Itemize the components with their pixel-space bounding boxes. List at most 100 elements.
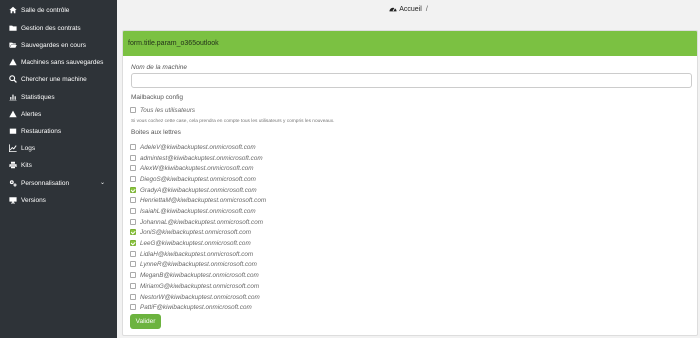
machine-name-input[interactable]: [131, 73, 692, 88]
sidebar-item-statistiques[interactable]: Statistiques: [0, 90, 117, 104]
warning-icon: [9, 110, 17, 118]
warning-icon: [9, 58, 17, 66]
mailbox-email: LidiaH@kiwibackuptest.onmicrosoft.com: [140, 250, 254, 258]
sidebar-item-alertes[interactable]: Alertes: [0, 107, 117, 121]
bar-chart-icon: [9, 93, 17, 101]
sidebar-item-label: Personnalisation: [21, 179, 70, 187]
sidebar-item-label: Machines sans sauvegardes: [21, 58, 104, 66]
mailbox-item[interactable]: admintest@kiwibackuptest.onmicrosoft.com: [130, 153, 263, 163]
sidebar-item-machines-sans-sauvegardes[interactable]: Machines sans sauvegardes: [0, 55, 117, 69]
mailbox-item[interactable]: LeeG@kiwibackuptest.onmicrosoft.com: [130, 238, 251, 248]
restore-icon: [9, 127, 17, 135]
mailbox-email: PattiF@kiwibackuptest.onmicrosoft.com: [140, 303, 252, 311]
sidebar-item-chercher-une-machine[interactable]: Chercher une machine: [0, 72, 117, 86]
mailbox-item[interactable]: AlexW@kiwibackuptest.onmicrosoft.com: [130, 163, 253, 173]
mailbox-checkbox[interactable]: [130, 272, 136, 278]
mailbox-item[interactable]: DiegoS@kiwibackuptest.onmicrosoft.com: [130, 174, 256, 184]
mailbox-item[interactable]: MiriamG@kiwibackuptest.onmicrosoft.com: [130, 281, 259, 291]
mailbox-item[interactable]: JohannaL@kiwibackuptest.onmicrosoft.com: [130, 217, 263, 227]
mailbox-email: DiegoS@kiwibackuptest.onmicrosoft.com: [140, 175, 256, 183]
mailbox-checkbox[interactable]: [130, 155, 136, 161]
card-header-title: form.title.param_o365outlook: [123, 31, 697, 56]
mailbox-checkbox[interactable]: [130, 197, 136, 203]
mailbox-email: AdeleV@kiwibackuptest.onmicrosoft.com: [140, 143, 256, 151]
sidebar-item-label: Restaurations: [21, 127, 62, 135]
all-users-checkbox-row[interactable]: Tous les utilisateurs: [130, 105, 195, 115]
mailbox-email: admintest@kiwibackuptest.onmicrosoft.com: [140, 154, 263, 162]
mailbox-checkbox[interactable]: [130, 251, 136, 257]
mailbox-checkbox[interactable]: [130, 176, 136, 182]
mailbox-item[interactable]: PattiF@kiwibackuptest.onmicrosoft.com: [130, 302, 252, 312]
mailboxes-label: Boites aux lettres: [131, 129, 181, 136]
mailbox-email: MeganB@kiwibackuptest.onmicrosoft.com: [140, 271, 259, 279]
all-users-label: Tous les utilisateurs: [140, 106, 196, 114]
sidebar-item-restaurations[interactable]: Restaurations: [0, 124, 117, 138]
mailbox-email: HenriettaM@kiwibackuptest.onmicrosoft.co…: [140, 196, 267, 204]
mailbox-item[interactable]: JoniS@kiwibackuptest.onmicrosoft.com: [130, 227, 251, 237]
sidebar-item-kits[interactable]: Kits: [0, 158, 117, 172]
mailbox-item[interactable]: HenriettaM@kiwibackuptest.onmicrosoft.co…: [130, 195, 266, 205]
chevron-down-icon[interactable]: ⌄: [100, 176, 105, 190]
sidebar-item-label: Statistiques: [21, 93, 55, 101]
mailbox-checkbox[interactable]: [130, 294, 136, 300]
mailbox-email: AlexW@kiwibackuptest.onmicrosoft.com: [140, 164, 254, 172]
mailbox-email: LynneR@kiwibackuptest.onmicrosoft.com: [140, 260, 257, 268]
sidebar-item-label: Chercher une machine: [21, 75, 87, 83]
mailbox-checkbox[interactable]: [130, 229, 136, 235]
mailbox-checkbox[interactable]: [130, 219, 136, 225]
line-chart-icon: [9, 144, 17, 152]
sidebar-item-versions[interactable]: Versions: [0, 193, 117, 207]
all-users-hint: Si vous cochez cette case, cela prendra …: [131, 119, 335, 124]
sidebar-item-label: Salle de contrôle: [21, 6, 70, 14]
breadcrumb-home-link[interactable]: Accueil: [399, 6, 422, 13]
home-icon: [9, 6, 17, 14]
sidebar-item-label: Sauvegardes en cours: [21, 41, 87, 49]
mailbox-checkbox[interactable]: [130, 144, 136, 150]
search-icon: [9, 75, 17, 83]
sidebar-item-label: Logs: [21, 144, 36, 152]
mailbox-item[interactable]: LidiaH@kiwibackuptest.onmicrosoft.com: [130, 249, 253, 259]
mailbox-item[interactable]: GradyA@kiwibackuptest.onmicrosoft.com: [130, 185, 257, 195]
mailbox-email: IsaiahL@kiwibackuptest.onmicrosoft.com: [140, 207, 256, 215]
mailbox-item[interactable]: LynneR@kiwibackuptest.onmicrosoft.com: [130, 259, 257, 269]
mailbox-email: JohannaL@kiwibackuptest.onmicrosoft.com: [140, 218, 263, 226]
mailbox-item[interactable]: NestorW@kiwibackuptest.onmicrosoft.com: [130, 292, 260, 302]
breadcrumb: Accueil /: [117, 0, 700, 18]
print-icon: [9, 161, 17, 169]
submit-button[interactable]: Valider: [130, 314, 161, 329]
mailbox-item[interactable]: MeganB@kiwibackuptest.onmicrosoft.com: [130, 270, 259, 280]
mailbackup-config-label: Mailbackup config: [131, 94, 184, 101]
mailbox-checkbox[interactable]: [130, 283, 136, 289]
mailbox-checkbox[interactable]: [130, 187, 136, 193]
machine-name-label: Nom de la machine: [131, 64, 187, 71]
sidebar-item-label: Alertes: [21, 110, 42, 118]
mailbox-item[interactable]: AdeleV@kiwibackuptest.onmicrosoft.com: [130, 142, 256, 152]
mailbox-email: GradyA@kiwibackuptest.onmicrosoft.com: [140, 186, 257, 194]
mailbox-item[interactable]: IsaiahL@kiwibackuptest.onmicrosoft.com: [130, 206, 256, 216]
all-users-checkbox[interactable]: [130, 107, 136, 113]
mailbox-checkbox[interactable]: [130, 240, 136, 246]
settings-form-card: form.title.param_o365outlook Nom de la m…: [122, 30, 698, 336]
sidebar-item-logs[interactable]: Logs: [0, 141, 117, 155]
sidebar-item-label: Kits: [21, 161, 32, 169]
mailbox-checkbox[interactable]: [130, 208, 136, 214]
sidebar-item-salle-de-controle[interactable]: Salle de contrôle: [0, 3, 117, 17]
mailbox-email: LeeG@kiwibackuptest.onmicrosoft.com: [140, 239, 251, 247]
sidebar-item-personnalisation[interactable]: Personnalisation ⌄: [0, 176, 117, 190]
folder-icon: [9, 24, 17, 32]
gears-icon: [9, 179, 17, 187]
sidebar-item-label: Versions: [21, 196, 46, 204]
mailbox-checkbox[interactable]: [130, 261, 136, 267]
mailbox-checkbox[interactable]: [130, 165, 136, 171]
desktop-icon: [9, 196, 17, 204]
mailbox-checkbox[interactable]: [130, 304, 136, 310]
sidebar: Salle de contrôle Gestion des contrats S…: [0, 0, 117, 338]
mailbox-email: MiriamG@kiwibackuptest.onmicrosoft.com: [140, 282, 260, 290]
sidebar-item-label: Gestion des contrats: [21, 24, 81, 32]
sidebar-item-sauvegardes-en-cours[interactable]: Sauvegardes en cours: [0, 38, 117, 52]
mailbox-email: JoniS@kiwibackuptest.onmicrosoft.com: [140, 228, 252, 236]
mailbox-email: NestorW@kiwibackuptest.onmicrosoft.com: [140, 293, 260, 301]
sidebar-item-gestion-des-contrats[interactable]: Gestion des contrats: [0, 21, 117, 35]
breadcrumb-separator: /: [425, 5, 428, 13]
dashboard-icon: [389, 5, 397, 13]
